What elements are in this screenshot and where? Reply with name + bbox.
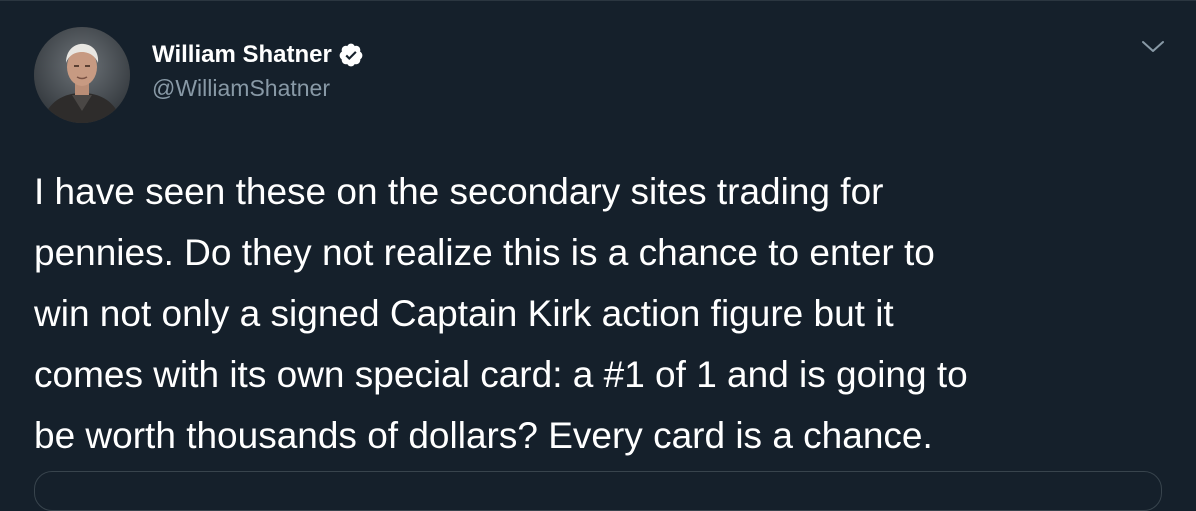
- tweet-header: William Shatner @WilliamShatner: [152, 39, 364, 102]
- display-name[interactable]: William Shatner: [152, 41, 332, 69]
- user-handle[interactable]: @WilliamShatner: [152, 75, 364, 102]
- tweet-text-line: I have seen these on the secondary sites…: [34, 171, 884, 212]
- tweet-text-line: pennies. Do they not realize this is a c…: [34, 232, 935, 273]
- name-row: William Shatner: [152, 39, 364, 71]
- tweet-text-line: win not only a signed Captain Kirk actio…: [34, 293, 894, 334]
- tweet-container: William Shatner @WilliamShatner I have s…: [0, 0, 1196, 511]
- chevron-down-icon[interactable]: [1140, 37, 1166, 57]
- avatar[interactable]: [34, 27, 130, 123]
- avatar-image: [34, 27, 130, 123]
- tweet-text: I have seen these on the secondary sites…: [34, 161, 1174, 466]
- tweet-text-line: comes with its own special card: a #1 of…: [34, 354, 968, 395]
- tweet-text-line: be worth thousands of dollars? Every car…: [34, 415, 933, 456]
- embedded-card-edge[interactable]: [34, 471, 1162, 511]
- verified-badge-icon: [338, 42, 364, 68]
